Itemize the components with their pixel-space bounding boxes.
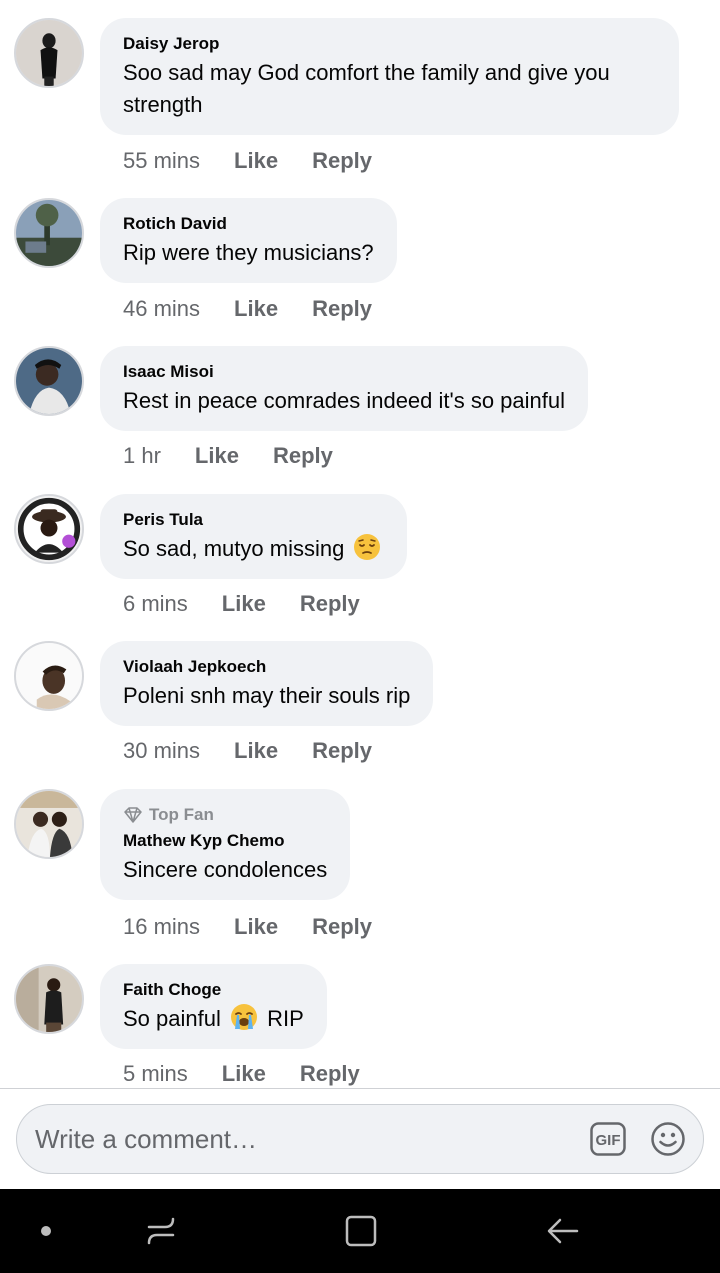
comment-list[interactable]: Daisy Jerop Soo sad may God comfort the … — [0, 0, 720, 1088]
reply-button[interactable]: Reply — [300, 589, 360, 619]
comment-timestamp[interactable]: 55 mins — [123, 146, 200, 176]
top-fan-badge: Top Fan — [123, 804, 327, 826]
comment-text-body: RIP — [267, 1006, 304, 1031]
top-fan-label: Top Fan — [149, 805, 214, 824]
comment-composer[interactable]: GIF — [16, 1104, 704, 1174]
recent-apps-icon[interactable] — [140, 1189, 182, 1273]
svg-text:GIF: GIF — [596, 1132, 621, 1149]
comment-timestamp[interactable]: 16 mins — [123, 912, 200, 942]
comment-text-line: Soo sad may God comfort the family and g… — [123, 60, 610, 85]
comment-actions: 1 hr Like Reply — [123, 441, 333, 471]
comment-composer-bar: GIF — [0, 1088, 720, 1189]
avatar[interactable] — [14, 198, 84, 268]
diamond-icon — [124, 807, 142, 823]
comment-timestamp[interactable]: 5 mins — [123, 1059, 188, 1088]
reply-button[interactable]: Reply — [312, 736, 372, 766]
avatar[interactable] — [14, 346, 84, 416]
comment-bubble[interactable]: Peris Tula So sad, mutyo missing — [100, 494, 408, 579]
like-button[interactable]: Like — [234, 294, 278, 324]
like-button[interactable]: Like — [222, 1059, 266, 1088]
comment-bubble[interactable]: Rotich David Rip were they musicians? — [100, 198, 397, 283]
comment-actions: 55 mins Like Reply — [123, 146, 372, 176]
reply-button[interactable]: Reply — [312, 146, 372, 176]
like-button[interactable]: Like — [195, 441, 239, 471]
comment-timestamp[interactable]: 30 mins — [123, 736, 200, 766]
like-button[interactable]: Like — [234, 146, 278, 176]
avatar[interactable] — [14, 789, 84, 859]
avatar[interactable] — [14, 964, 84, 1034]
home-icon[interactable] — [340, 1189, 382, 1273]
comment-timestamp[interactable]: 1 hr — [123, 441, 161, 471]
pensive-face-emoji-icon — [354, 534, 381, 560]
comment-actions: 16 mins Like Reply — [123, 912, 372, 942]
reply-button[interactable]: Reply — [312, 912, 372, 942]
comment-text: So sad, mutyo missing — [123, 533, 384, 565]
smiley-icon[interactable] — [650, 1121, 686, 1157]
system-navigation-bar — [0, 1189, 720, 1273]
comment-bubble[interactable]: Top Fan Mathew Kyp Chemo Sincere condole… — [100, 789, 351, 900]
comment-author[interactable]: Daisy Jerop — [123, 33, 656, 55]
comment-bubble[interactable]: Daisy Jerop Soo sad may God comfort the … — [100, 18, 679, 135]
comment-text-line: strength — [123, 92, 203, 117]
comment-actions: 30 mins Like Reply — [123, 736, 372, 766]
comment-text: Soo sad may God comfort the family and g… — [123, 57, 656, 121]
like-button[interactable]: Like — [234, 912, 278, 942]
reply-button[interactable]: Reply — [300, 1059, 360, 1088]
like-button[interactable]: Like — [234, 736, 278, 766]
comment-bubble[interactable]: Isaac Misoi Rest in peace comrades indee… — [100, 346, 589, 431]
comment-author[interactable]: Faith Choge — [123, 979, 304, 1001]
comment-text: So painful RIP — [123, 1003, 304, 1035]
comment-bubble[interactable]: Violaah Jepkoech Poleni snh may their so… — [100, 641, 434, 726]
avatar[interactable] — [14, 494, 84, 564]
like-button[interactable]: Like — [222, 589, 266, 619]
comment-bubble[interactable]: Faith Choge So painful RIP — [100, 964, 327, 1049]
comment-timestamp[interactable]: 46 mins — [123, 294, 200, 324]
comment-actions: 46 mins Like Reply — [123, 294, 372, 324]
comment-actions: 5 mins Like Reply — [123, 1059, 360, 1088]
reply-button[interactable]: Reply — [312, 294, 372, 324]
avatar[interactable] — [14, 18, 84, 88]
comment-text: Rest in peace comrades indeed it's so pa… — [123, 388, 566, 413]
dot-icon[interactable] — [26, 1189, 66, 1273]
comment-actions: 6 mins Like Reply — [123, 589, 360, 619]
comment-text: Sincere condolences — [123, 857, 328, 882]
comment-text-body: So sad, mutyo missing — [123, 536, 345, 561]
comment-author[interactable]: Peris Tula — [123, 509, 384, 531]
comment-text: Poleni snh may their souls rip — [123, 683, 411, 708]
gif-icon[interactable]: GIF — [590, 1122, 626, 1156]
comment-author[interactable]: Violaah Jepkoech — [123, 656, 410, 678]
comment-author[interactable]: Mathew Kyp Chemo — [123, 830, 327, 852]
back-icon[interactable] — [542, 1189, 584, 1273]
comment-text-body: So painful — [123, 1006, 221, 1031]
comment-input[interactable] — [35, 1105, 575, 1173]
comment-text: Rip were they musicians? — [123, 240, 374, 265]
comment-author[interactable]: Rotich David — [123, 213, 374, 235]
comment-timestamp[interactable]: 6 mins — [123, 589, 188, 619]
comment-author[interactable]: Isaac Misoi — [123, 361, 565, 383]
loudly-crying-face-emoji-icon — [230, 1004, 257, 1030]
avatar[interactable] — [14, 641, 84, 711]
reply-button[interactable]: Reply — [273, 441, 333, 471]
